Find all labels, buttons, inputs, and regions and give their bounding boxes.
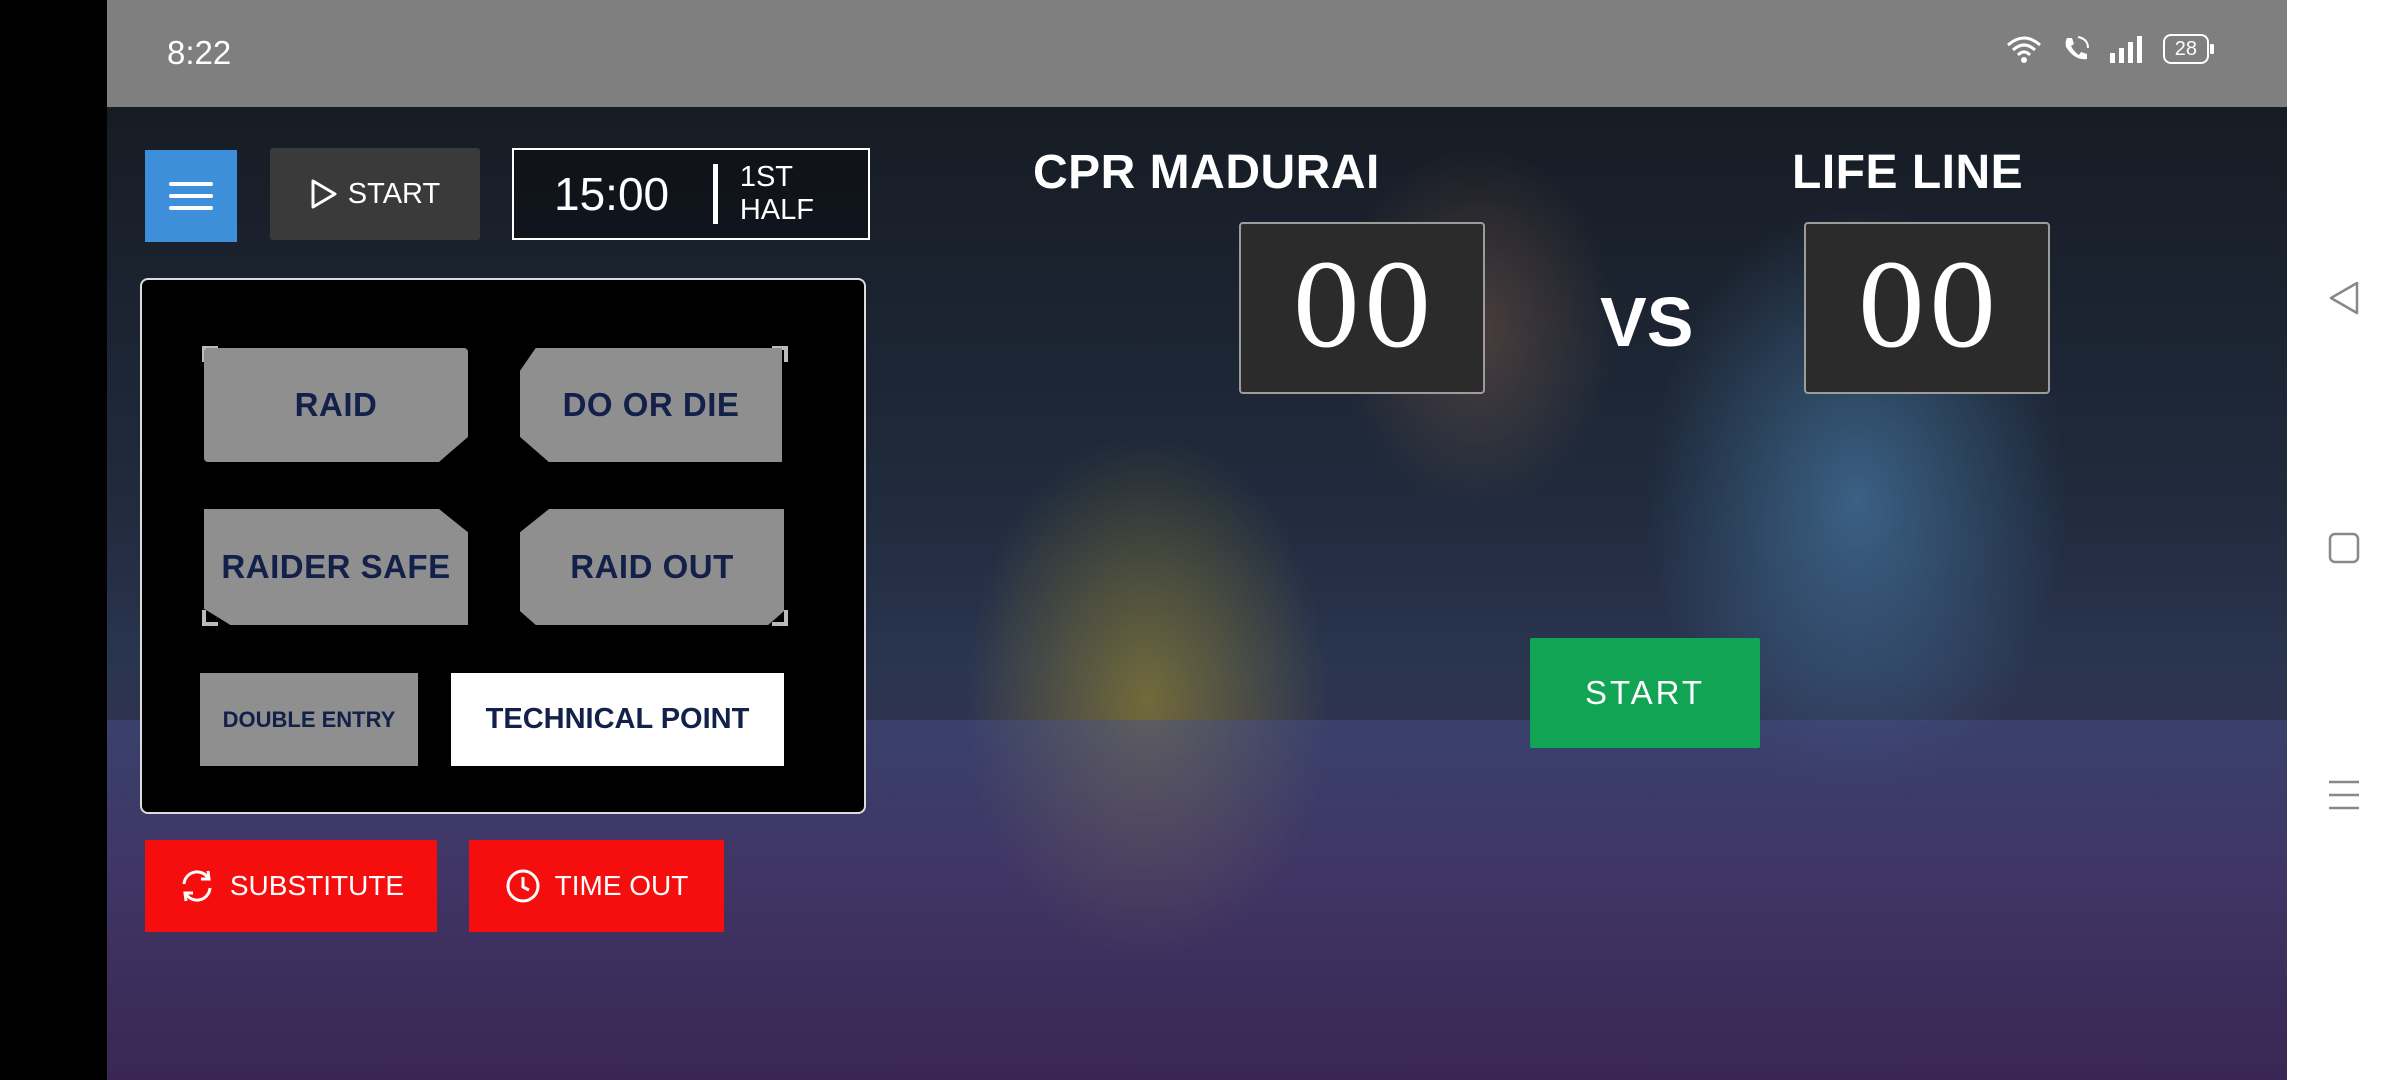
menu-button[interactable] bbox=[145, 150, 237, 242]
status-time: 8:22 bbox=[167, 34, 232, 71]
team-right-name: LIFE LINE bbox=[1792, 146, 2024, 199]
status-icons: 28 bbox=[2005, 34, 2215, 64]
match-timer: 15:00 1ST HALF bbox=[512, 148, 870, 240]
versus-label: VS bbox=[1600, 283, 1694, 361]
hamburger-icon bbox=[169, 182, 213, 210]
recents-icon[interactable] bbox=[2327, 778, 2361, 812]
clock-icon bbox=[506, 869, 540, 903]
play-icon bbox=[311, 179, 337, 209]
raid-out-button[interactable]: RAID OUT bbox=[520, 509, 784, 625]
system-nav-bar bbox=[2287, 0, 2400, 1080]
timer-start-button[interactable]: START bbox=[270, 148, 480, 240]
timer-start-label: START bbox=[347, 177, 441, 210]
wifi-calling-icon bbox=[2065, 36, 2089, 60]
back-icon[interactable] bbox=[2327, 280, 2361, 316]
match-start-button[interactable]: START bbox=[1530, 638, 1760, 748]
substitute-button[interactable]: SUBSTITUTE bbox=[145, 840, 437, 932]
half-label: 1ST HALF bbox=[739, 161, 814, 226]
technical-point-button[interactable]: TECHNICAL POINT bbox=[451, 673, 784, 766]
app-screen: 8:22 28 START 15:00 1ST HALF RAID DO OR … bbox=[107, 0, 2287, 1080]
team-right-score[interactable]: 00 bbox=[1804, 222, 2050, 394]
time-out-label: TIME OUT bbox=[554, 870, 689, 901]
action-panel: RAID DO OR DIE RAIDER SAFE RAID OUT DOUB… bbox=[140, 278, 866, 814]
substitute-label: SUBSTITUTE bbox=[229, 870, 405, 901]
time-out-button[interactable]: TIME OUT bbox=[469, 840, 724, 932]
timer-value: 15:00 bbox=[554, 168, 670, 220]
battery-indicator: 28 bbox=[2162, 34, 2215, 64]
raid-button[interactable]: RAID bbox=[204, 348, 468, 462]
do-or-die-button[interactable]: DO OR DIE bbox=[520, 348, 782, 462]
timer-divider bbox=[713, 164, 718, 224]
team-left-name: CPR MADURAI bbox=[1033, 146, 1380, 199]
team-left-score[interactable]: 00 bbox=[1239, 222, 1485, 394]
refresh-icon bbox=[182, 870, 212, 902]
home-icon[interactable] bbox=[2327, 531, 2361, 565]
wifi-icon bbox=[2006, 36, 2041, 63]
raider-safe-button[interactable]: RAIDER SAFE bbox=[204, 509, 468, 625]
double-entry-button[interactable]: DOUBLE ENTRY bbox=[200, 673, 418, 766]
status-bar: 8:22 28 bbox=[107, 0, 2287, 107]
signal-icon bbox=[2109, 36, 2142, 63]
